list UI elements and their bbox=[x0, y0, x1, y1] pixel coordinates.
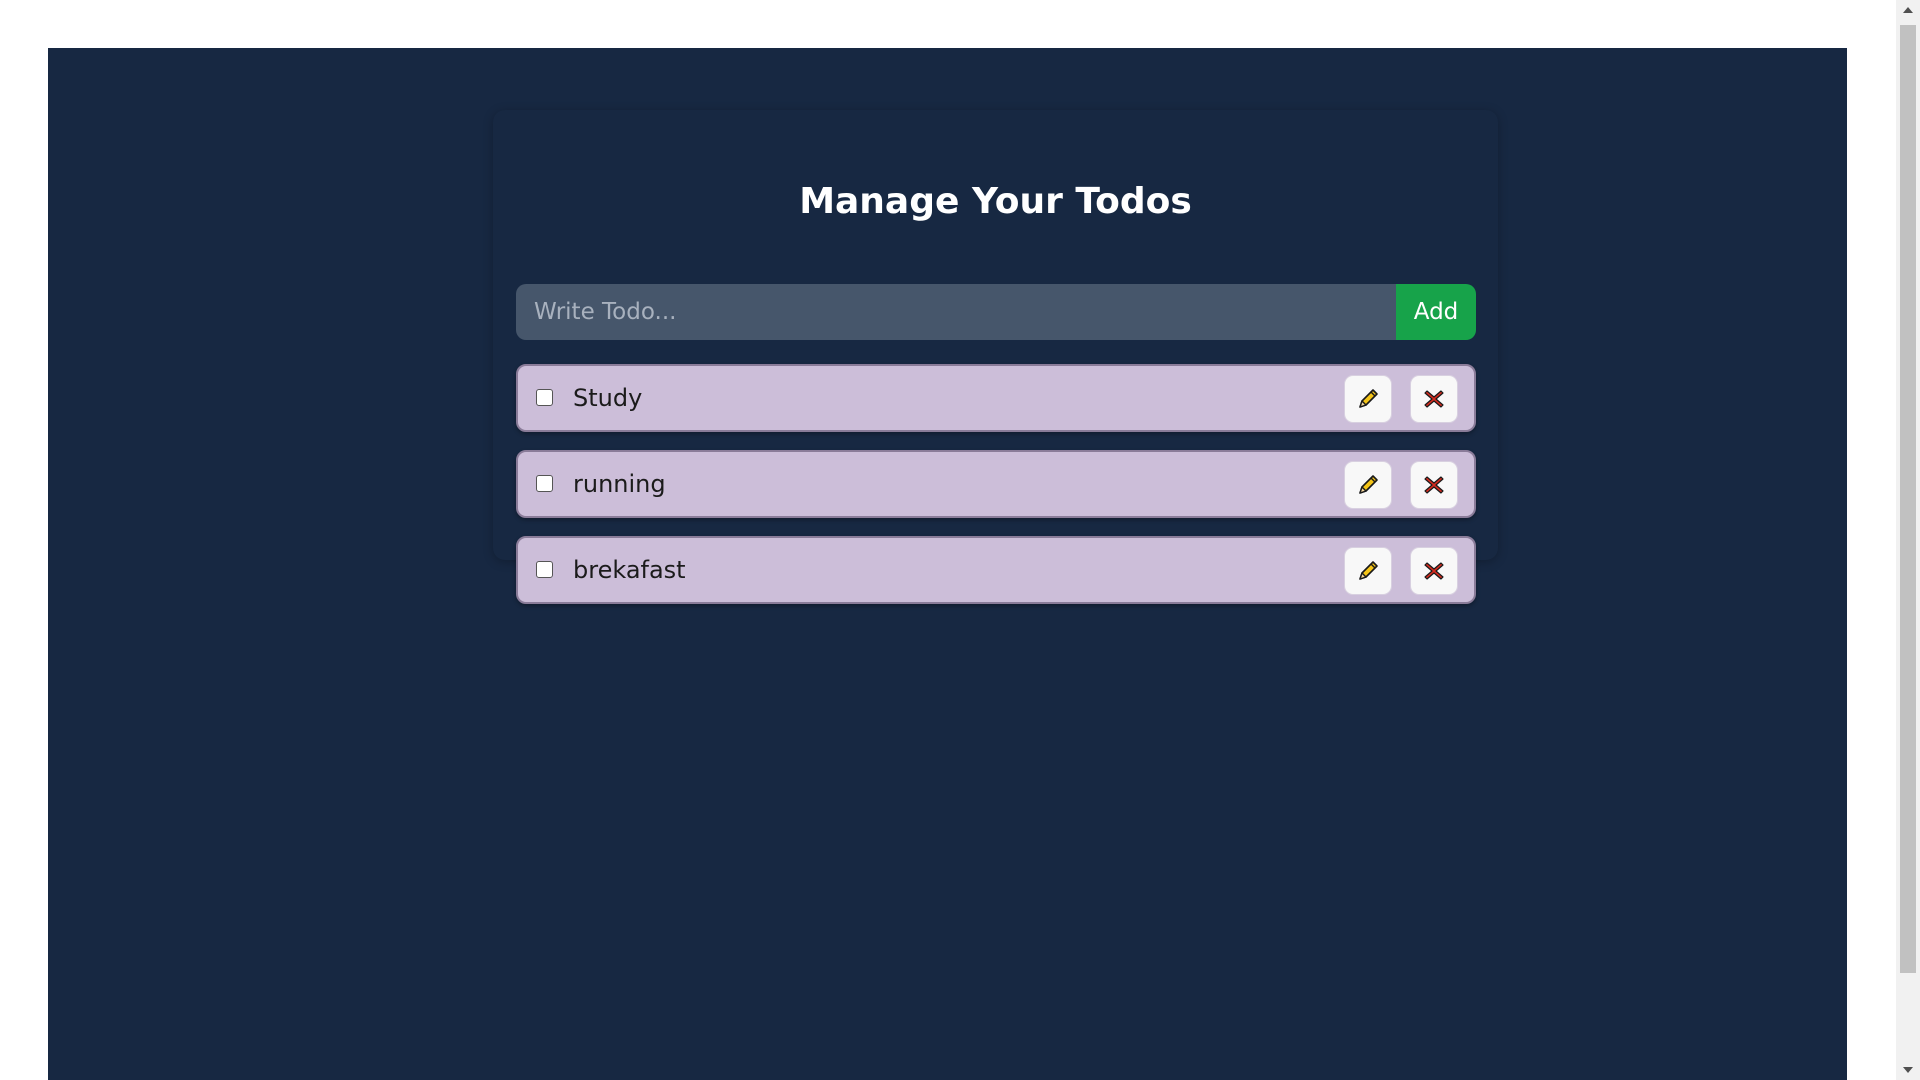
scrollbar-thumb[interactable] bbox=[1900, 25, 1916, 973]
scroll-up-arrow-icon[interactable] bbox=[1896, 0, 1920, 20]
todo-text: brekafast bbox=[573, 556, 686, 584]
edit-button[interactable] bbox=[1344, 461, 1392, 509]
add-button[interactable]: Add bbox=[1396, 284, 1476, 340]
todo-input[interactable] bbox=[516, 284, 1396, 340]
close-icon bbox=[1424, 562, 1444, 580]
pencil-icon bbox=[1359, 389, 1378, 408]
todo-item: Study bbox=[516, 364, 1476, 432]
todo-checkbox[interactable] bbox=[536, 475, 553, 492]
todo-item: brekafast bbox=[516, 536, 1476, 604]
close-icon bbox=[1424, 390, 1444, 408]
page-title: Manage Your Todos bbox=[799, 181, 1192, 222]
todo-list: Study running brekafast bbox=[516, 364, 1476, 622]
edit-button[interactable] bbox=[1344, 375, 1392, 423]
pencil-icon bbox=[1359, 561, 1378, 580]
todo-text: Study bbox=[573, 384, 643, 412]
todo-item: running bbox=[516, 450, 1476, 518]
edit-button[interactable] bbox=[1344, 547, 1392, 595]
todo-card: Manage Your Todos Add Study bbox=[493, 110, 1498, 604]
delete-button[interactable] bbox=[1410, 547, 1458, 595]
todo-form: Add bbox=[516, 284, 1476, 340]
todo-text: running bbox=[573, 470, 666, 498]
pencil-icon bbox=[1359, 475, 1378, 494]
app-panel: Manage Your Todos Add Study bbox=[48, 48, 1847, 1080]
todo-checkbox[interactable] bbox=[536, 561, 553, 578]
delete-button[interactable] bbox=[1410, 375, 1458, 423]
vertical-scrollbar[interactable] bbox=[1896, 0, 1920, 1080]
close-icon bbox=[1424, 476, 1444, 494]
delete-button[interactable] bbox=[1410, 461, 1458, 509]
scroll-down-arrow-icon[interactable] bbox=[1896, 1060, 1920, 1080]
page-viewport: Manage Your Todos Add Study bbox=[0, 0, 1896, 1080]
todo-checkbox[interactable] bbox=[536, 389, 553, 406]
